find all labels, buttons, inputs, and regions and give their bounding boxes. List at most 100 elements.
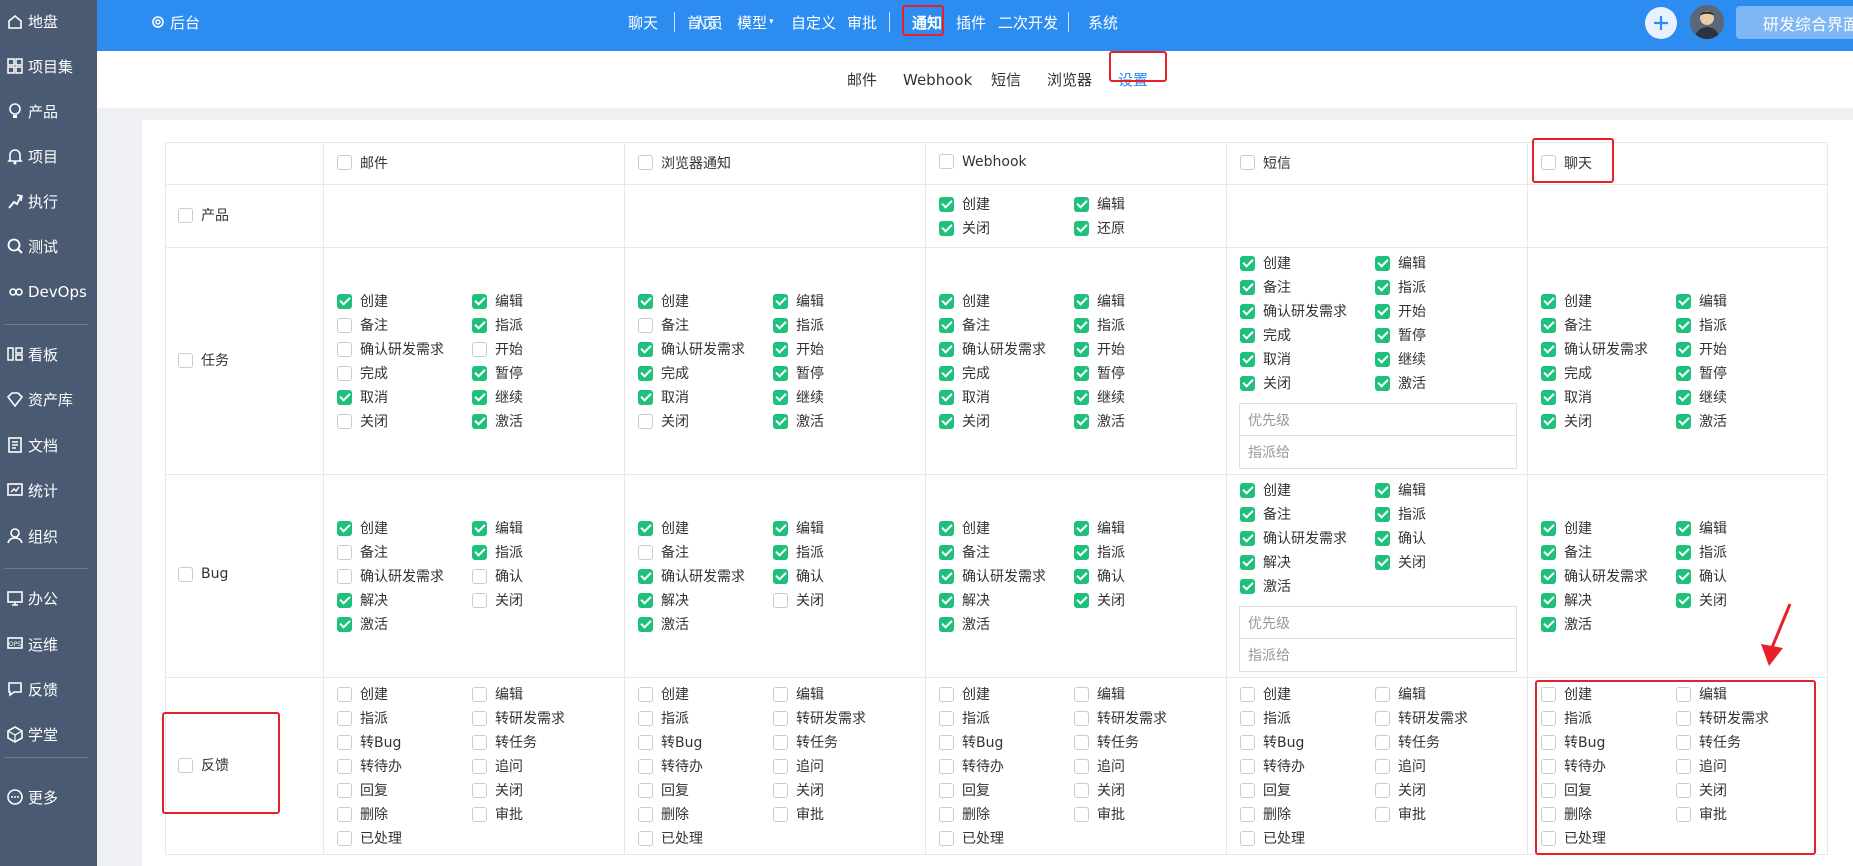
notify-checkbox[interactable]: 激活 — [337, 614, 472, 634]
row-header[interactable]: Bug — [165, 474, 324, 678]
nav-approval[interactable]: 审批 — [847, 0, 877, 44]
notify-checkbox[interactable]: 指派 — [1074, 542, 1209, 562]
notify-checkbox[interactable]: 确认 — [1074, 566, 1209, 586]
notify-checkbox[interactable]: 开始 — [1676, 339, 1811, 359]
notify-checkbox[interactable]: 关闭 — [1541, 411, 1676, 431]
notify-checkbox[interactable]: 转Bug — [337, 732, 472, 752]
notify-checkbox[interactable]: 编辑 — [1074, 194, 1209, 214]
notify-checkbox[interactable]: 追问 — [472, 756, 607, 776]
sidebar-item-monitor[interactable]: 办公 — [0, 580, 97, 616]
notify-checkbox[interactable]: 编辑 — [1375, 253, 1510, 273]
notify-checkbox[interactable]: 审批 — [773, 804, 908, 824]
sidebar-item-doc[interactable]: 文档 — [0, 427, 97, 463]
notify-checkbox[interactable]: 备注 — [1541, 315, 1676, 335]
assignee-select[interactable]: 指派给 — [1239, 639, 1517, 672]
notify-checkbox[interactable]: 指派 — [773, 542, 908, 562]
notify-checkbox[interactable]: 转任务 — [1074, 732, 1209, 752]
notify-checkbox[interactable]: 指派 — [1375, 504, 1510, 524]
sidebar-item-chart[interactable]: 统计 — [0, 472, 97, 508]
notify-checkbox[interactable]: 创建 — [337, 291, 472, 311]
sidebar-item-user[interactable]: 组织 — [0, 518, 97, 554]
notify-checkbox[interactable]: 编辑 — [472, 518, 607, 538]
notify-checkbox[interactable]: 关闭 — [939, 218, 1074, 238]
notify-checkbox[interactable]: 关闭 — [1074, 590, 1209, 610]
notify-checkbox[interactable]: 开始 — [472, 339, 607, 359]
notify-checkbox[interactable]: 关闭 — [1375, 552, 1510, 572]
notify-checkbox[interactable]: 创建 — [1240, 684, 1375, 704]
notify-checkbox[interactable]: 短信 — [1240, 153, 1291, 173]
notify-checkbox[interactable]: 备注 — [1240, 277, 1375, 297]
notify-checkbox[interactable]: 编辑 — [1074, 291, 1209, 311]
notify-checkbox[interactable]: 解决 — [638, 590, 773, 610]
notify-checkbox[interactable]: 编辑 — [1074, 684, 1209, 704]
notify-checkbox[interactable]: 备注 — [1541, 542, 1676, 562]
notify-checkbox[interactable]: 关闭 — [337, 411, 472, 431]
notify-checkbox[interactable]: 删除 — [1240, 804, 1375, 824]
notify-checkbox[interactable]: 关闭 — [939, 411, 1074, 431]
sidebar-item-cube[interactable]: 学堂 — [0, 716, 97, 752]
notify-checkbox[interactable]: 编辑 — [1375, 684, 1510, 704]
notify-checkbox[interactable]: 继续 — [1074, 387, 1209, 407]
notify-checkbox[interactable]: 确认研发需求 — [337, 566, 472, 586]
notify-checkbox[interactable]: 回复 — [1240, 780, 1375, 800]
notify-checkbox[interactable]: 备注 — [1240, 504, 1375, 524]
notify-checkbox[interactable]: 指派 — [1240, 708, 1375, 728]
notify-checkbox[interactable]: 创建 — [1541, 291, 1676, 311]
notify-checkbox[interactable]: 追问 — [1074, 756, 1209, 776]
notify-checkbox[interactable]: 编辑 — [1375, 480, 1510, 500]
notify-checkbox[interactable]: 编辑 — [1676, 291, 1811, 311]
notify-checkbox[interactable]: 取消 — [939, 387, 1074, 407]
notify-checkbox[interactable]: 转Bug — [638, 732, 773, 752]
notify-checkbox[interactable]: 确认研发需求 — [1541, 566, 1676, 586]
notify-checkbox[interactable]: 激活 — [638, 614, 773, 634]
notify-checkbox[interactable]: Webhook — [939, 154, 1027, 170]
notify-checkbox[interactable]: 创建 — [939, 684, 1074, 704]
notify-checkbox[interactable]: 审批 — [472, 804, 607, 824]
notify-checkbox[interactable]: 确认 — [1375, 528, 1510, 548]
notify-checkbox[interactable]: 创建 — [1240, 480, 1375, 500]
sidebar-item-more[interactable]: 更多 — [0, 779, 97, 815]
notify-checkbox[interactable]: 指派 — [337, 708, 472, 728]
notify-checkbox[interactable]: 产品 — [178, 205, 229, 225]
add-button[interactable] — [1645, 7, 1677, 39]
nav-custom[interactable]: 自定义 — [791, 0, 836, 44]
notify-checkbox[interactable]: 完成 — [1541, 363, 1676, 383]
notify-checkbox[interactable]: 编辑 — [773, 518, 908, 538]
notify-checkbox[interactable]: 转Bug — [939, 732, 1074, 752]
notify-checkbox[interactable]: 完成 — [939, 363, 1074, 383]
notify-checkbox[interactable]: 指派 — [773, 315, 908, 335]
priority-select[interactable]: 优先级 — [1239, 403, 1517, 436]
tab-sms[interactable]: 短信 — [991, 51, 1021, 108]
notify-checkbox[interactable]: 关闭 — [1240, 373, 1375, 393]
notify-checkbox[interactable]: 确认研发需求 — [939, 566, 1074, 586]
column-header[interactable]: 短信 — [1226, 142, 1528, 185]
notify-checkbox[interactable]: 转待办 — [337, 756, 472, 776]
notify-checkbox[interactable]: 创建 — [638, 518, 773, 538]
notify-checkbox[interactable]: 创建 — [1240, 253, 1375, 273]
notify-checkbox[interactable]: 指派 — [472, 315, 607, 335]
notify-checkbox[interactable]: 激活 — [773, 411, 908, 431]
notify-checkbox[interactable]: 创建 — [638, 684, 773, 704]
notify-checkbox[interactable]: 确认研发需求 — [1240, 301, 1375, 321]
notify-checkbox[interactable]: 解决 — [1541, 590, 1676, 610]
notify-checkbox[interactable]: 备注 — [638, 542, 773, 562]
notify-checkbox[interactable]: 创建 — [337, 684, 472, 704]
notify-checkbox[interactable]: 解决 — [1240, 552, 1375, 572]
notify-checkbox[interactable]: 指派 — [1074, 315, 1209, 335]
notify-checkbox[interactable]: 取消 — [337, 387, 472, 407]
tab-browser[interactable]: 浏览器 — [1047, 51, 1092, 108]
notify-checkbox[interactable]: 转任务 — [472, 732, 607, 752]
nav-chat[interactable]: 聊天 — [628, 0, 658, 44]
notify-checkbox[interactable]: 创建 — [939, 194, 1074, 214]
sidebar-item-infinity[interactable]: DevOps — [0, 274, 97, 310]
notify-checkbox[interactable]: 指派 — [939, 708, 1074, 728]
column-header[interactable]: 浏览器通知 — [624, 142, 926, 185]
notify-checkbox[interactable]: 指派 — [1375, 277, 1510, 297]
notify-checkbox[interactable]: 确认研发需求 — [638, 339, 773, 359]
notify-checkbox[interactable]: 备注 — [337, 315, 472, 335]
notify-checkbox[interactable]: 追问 — [773, 756, 908, 776]
notify-checkbox[interactable]: 关闭 — [638, 411, 773, 431]
notify-checkbox[interactable]: 转待办 — [939, 756, 1074, 776]
notify-checkbox[interactable]: 备注 — [638, 315, 773, 335]
notify-checkbox[interactable]: 开始 — [1074, 339, 1209, 359]
